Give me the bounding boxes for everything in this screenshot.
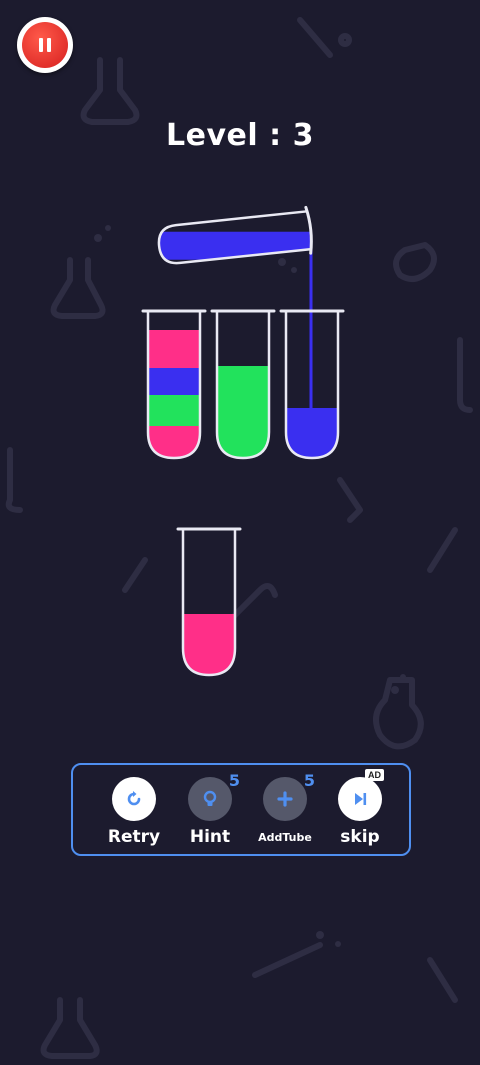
tube-1-layer-blue [148,368,200,395]
add-tube-count: 5 [303,771,315,790]
pouring-tube-layer-blue [157,231,312,260]
ad-badge: AD [365,769,384,781]
retry-label: Retry [107,827,161,847]
tube-1[interactable] [141,309,207,460]
retry-icon [112,777,156,821]
hint-count: 5 [228,771,240,790]
powerup-toolbar: Retry 5 Hint 5 AddTube skip AD [71,763,411,856]
lightbulb-icon: 5 [188,771,240,821]
game-board [141,205,345,677]
hint-button[interactable]: 5 Hint [172,771,248,847]
tube-1-layer-green [148,395,200,426]
skip-icon [338,777,382,821]
plus-icon: 5 [263,771,315,821]
skip-button[interactable]: skip [322,777,398,847]
pouring-tube[interactable] [152,205,319,277]
tube-1-layer-pink [148,330,200,368]
tube-2-layer-green [217,366,269,458]
tube-1-layer-pink-bottom [148,426,200,458]
tube-4[interactable] [176,527,242,677]
add-tube-button[interactable]: 5 AddTube [247,771,323,844]
retry-button[interactable]: Retry [96,777,172,847]
tube-2[interactable] [210,309,276,460]
add-tube-label: AddTube [258,831,312,844]
hint-label: Hint [189,827,231,847]
skip-label: skip [340,827,380,847]
